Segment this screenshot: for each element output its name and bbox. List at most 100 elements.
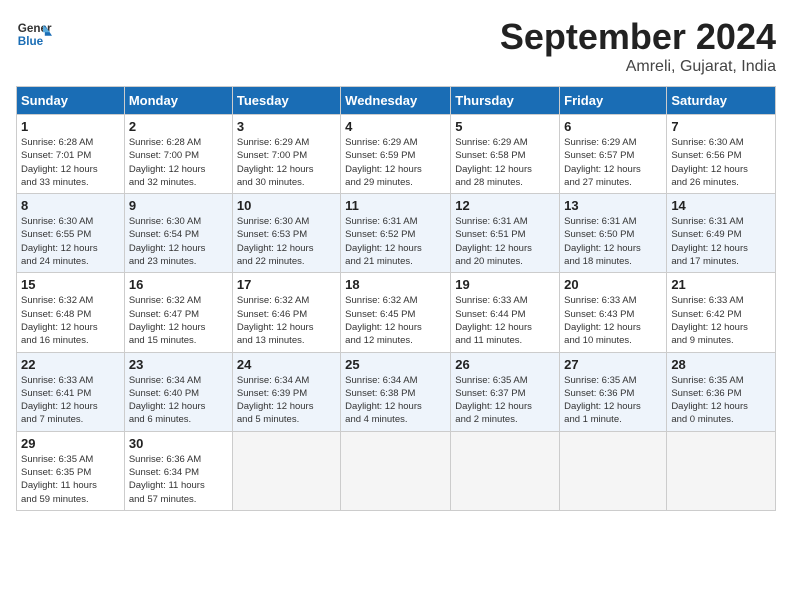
logo: General Blue xyxy=(16,16,52,52)
day-number: 16 xyxy=(129,277,228,292)
day-number: 1 xyxy=(21,119,120,134)
day-info: Sunrise: 6:32 AM Sunset: 6:46 PM Dayligh… xyxy=(237,294,336,347)
day-number: 7 xyxy=(671,119,771,134)
day-cell: 26 Sunrise: 6:35 AM Sunset: 6:37 PM Dayli… xyxy=(451,352,560,431)
day-cell: 14 Sunrise: 6:31 AM Sunset: 6:49 PM Dayli… xyxy=(667,194,776,273)
day-cell: 4Sunrise: 6:29 AM Sunset: 6:59 PM Daylig… xyxy=(341,115,451,194)
day-number: 5 xyxy=(455,119,555,134)
day-info: Sunrise: 6:28 AM Sunset: 7:00 PM Dayligh… xyxy=(129,136,228,189)
day-cell: 2 Sunrise: 6:28 AM Sunset: 7:00 PM Daylig… xyxy=(124,115,232,194)
day-info: Sunrise: 6:33 AM Sunset: 6:41 PM Dayligh… xyxy=(21,374,120,427)
day-cell: 10 Sunrise: 6:30 AM Sunset: 6:53 PM Dayli… xyxy=(232,194,340,273)
day-info: Sunrise: 6:32 AM Sunset: 6:48 PM Dayligh… xyxy=(21,294,120,347)
day-number: 20 xyxy=(564,277,662,292)
day-cell: 22 Sunrise: 6:33 AM Sunset: 6:41 PM Dayli… xyxy=(17,352,125,431)
day-cell xyxy=(451,431,560,510)
weekday-wednesday: Wednesday xyxy=(341,87,451,115)
day-number: 8 xyxy=(21,198,120,213)
day-number: 14 xyxy=(671,198,771,213)
day-cell: 29 Sunrise: 6:35 AM Sunset: 6:35 PM Dayli… xyxy=(17,431,125,510)
day-info: Sunrise: 6:31 AM Sunset: 6:52 PM Dayligh… xyxy=(345,215,446,268)
day-cell: 28Sunrise: 6:35 AM Sunset: 6:36 PM Dayli… xyxy=(667,352,776,431)
week-row-5: 29 Sunrise: 6:35 AM Sunset: 6:35 PM Dayli… xyxy=(17,431,776,510)
day-cell: 12 Sunrise: 6:31 AM Sunset: 6:51 PM Dayli… xyxy=(451,194,560,273)
day-cell: 30 Sunrise: 6:36 AM Sunset: 6:34 PM Dayli… xyxy=(124,431,232,510)
day-cell xyxy=(341,431,451,510)
day-cell: 7 Sunrise: 6:30 AM Sunset: 6:56 PM Daylig… xyxy=(667,115,776,194)
day-cell: 21 Sunrise: 6:33 AM Sunset: 6:42 PM Dayli… xyxy=(667,273,776,352)
day-number: 19 xyxy=(455,277,555,292)
day-info: Sunrise: 6:35 AM Sunset: 6:36 PM Dayligh… xyxy=(564,374,662,427)
day-info: Sunrise: 6:33 AM Sunset: 6:44 PM Dayligh… xyxy=(455,294,555,347)
logo-icon: General Blue xyxy=(16,16,52,52)
header: General Blue September 2024 Amreli, Guja… xyxy=(16,16,776,76)
day-number: 9 xyxy=(129,198,228,213)
day-info: Sunrise: 6:29 AM Sunset: 7:00 PM Dayligh… xyxy=(237,136,336,189)
calendar-body: 1 Sunrise: 6:28 AM Sunset: 7:01 PM Daylig… xyxy=(17,115,776,511)
day-number: 10 xyxy=(237,198,336,213)
day-cell: 8 Sunrise: 6:30 AM Sunset: 6:55 PM Daylig… xyxy=(17,194,125,273)
day-number: 18 xyxy=(345,277,446,292)
day-number: 22 xyxy=(21,357,120,372)
weekday-thursday: Thursday xyxy=(451,87,560,115)
day-cell: 1 Sunrise: 6:28 AM Sunset: 7:01 PM Daylig… xyxy=(17,115,125,194)
day-info: Sunrise: 6:31 AM Sunset: 6:50 PM Dayligh… xyxy=(564,215,662,268)
day-info: Sunrise: 6:34 AM Sunset: 6:39 PM Dayligh… xyxy=(237,374,336,427)
day-cell: 25 Sunrise: 6:34 AM Sunset: 6:38 PM Dayli… xyxy=(341,352,451,431)
day-info: Sunrise: 6:30 AM Sunset: 6:53 PM Dayligh… xyxy=(237,215,336,268)
day-info: Sunrise: 6:29 AM Sunset: 6:57 PM Dayligh… xyxy=(564,136,662,189)
day-number: 4 xyxy=(345,119,446,134)
day-cell: 24 Sunrise: 6:34 AM Sunset: 6:39 PM Dayli… xyxy=(232,352,340,431)
day-info: Sunrise: 6:28 AM Sunset: 7:01 PM Dayligh… xyxy=(21,136,120,189)
day-number: 23 xyxy=(129,357,228,372)
day-info: Sunrise: 6:31 AM Sunset: 6:49 PM Dayligh… xyxy=(671,215,771,268)
weekday-monday: Monday xyxy=(124,87,232,115)
day-cell: 16Sunrise: 6:32 AM Sunset: 6:47 PM Dayli… xyxy=(124,273,232,352)
day-number: 25 xyxy=(345,357,446,372)
day-cell: 13Sunrise: 6:31 AM Sunset: 6:50 PM Dayli… xyxy=(560,194,667,273)
day-cell: 11Sunrise: 6:31 AM Sunset: 6:52 PM Dayli… xyxy=(341,194,451,273)
week-row-1: 1 Sunrise: 6:28 AM Sunset: 7:01 PM Daylig… xyxy=(17,115,776,194)
day-cell: 20 Sunrise: 6:33 AM Sunset: 6:43 PM Dayli… xyxy=(560,273,667,352)
day-info: Sunrise: 6:33 AM Sunset: 6:42 PM Dayligh… xyxy=(671,294,771,347)
day-number: 12 xyxy=(455,198,555,213)
day-cell: 17Sunrise: 6:32 AM Sunset: 6:46 PM Dayli… xyxy=(232,273,340,352)
title-area: September 2024 Amreli, Gujarat, India xyxy=(500,16,776,76)
weekday-tuesday: Tuesday xyxy=(232,87,340,115)
day-info: Sunrise: 6:35 AM Sunset: 6:36 PM Dayligh… xyxy=(671,374,771,427)
day-info: Sunrise: 6:35 AM Sunset: 6:37 PM Dayligh… xyxy=(455,374,555,427)
day-info: Sunrise: 6:34 AM Sunset: 6:38 PM Dayligh… xyxy=(345,374,446,427)
weekday-header-row: SundayMondayTuesdayWednesdayThursdayFrid… xyxy=(17,87,776,115)
day-number: 2 xyxy=(129,119,228,134)
day-info: Sunrise: 6:30 AM Sunset: 6:56 PM Dayligh… xyxy=(671,136,771,189)
day-cell xyxy=(560,431,667,510)
day-cell: 18 Sunrise: 6:32 AM Sunset: 6:45 PM Dayli… xyxy=(341,273,451,352)
week-row-2: 8 Sunrise: 6:30 AM Sunset: 6:55 PM Daylig… xyxy=(17,194,776,273)
day-cell: 6 Sunrise: 6:29 AM Sunset: 6:57 PM Daylig… xyxy=(560,115,667,194)
calendar-table: SundayMondayTuesdayWednesdayThursdayFrid… xyxy=(16,86,776,511)
day-info: Sunrise: 6:33 AM Sunset: 6:43 PM Dayligh… xyxy=(564,294,662,347)
day-info: Sunrise: 6:36 AM Sunset: 6:34 PM Dayligh… xyxy=(129,453,228,506)
day-info: Sunrise: 6:34 AM Sunset: 6:40 PM Dayligh… xyxy=(129,374,228,427)
weekday-friday: Friday xyxy=(560,87,667,115)
day-number: 26 xyxy=(455,357,555,372)
day-cell: 19 Sunrise: 6:33 AM Sunset: 6:44 PM Dayli… xyxy=(451,273,560,352)
day-info: Sunrise: 6:29 AM Sunset: 6:58 PM Dayligh… xyxy=(455,136,555,189)
svg-text:Blue: Blue xyxy=(18,35,44,48)
day-cell xyxy=(232,431,340,510)
location: Amreli, Gujarat, India xyxy=(500,58,776,76)
day-info: Sunrise: 6:31 AM Sunset: 6:51 PM Dayligh… xyxy=(455,215,555,268)
day-info: Sunrise: 6:35 AM Sunset: 6:35 PM Dayligh… xyxy=(21,453,120,506)
day-info: Sunrise: 6:32 AM Sunset: 6:45 PM Dayligh… xyxy=(345,294,446,347)
day-cell: 15 Sunrise: 6:32 AM Sunset: 6:48 PM Dayli… xyxy=(17,273,125,352)
day-cell xyxy=(667,431,776,510)
day-number: 29 xyxy=(21,436,120,451)
day-number: 21 xyxy=(671,277,771,292)
day-info: Sunrise: 6:30 AM Sunset: 6:55 PM Dayligh… xyxy=(21,215,120,268)
day-cell: 27Sunrise: 6:35 AM Sunset: 6:36 PM Dayli… xyxy=(560,352,667,431)
day-number: 6 xyxy=(564,119,662,134)
day-number: 15 xyxy=(21,277,120,292)
day-cell: 5 Sunrise: 6:29 AM Sunset: 6:58 PM Daylig… xyxy=(451,115,560,194)
day-number: 30 xyxy=(129,436,228,451)
day-number: 24 xyxy=(237,357,336,372)
